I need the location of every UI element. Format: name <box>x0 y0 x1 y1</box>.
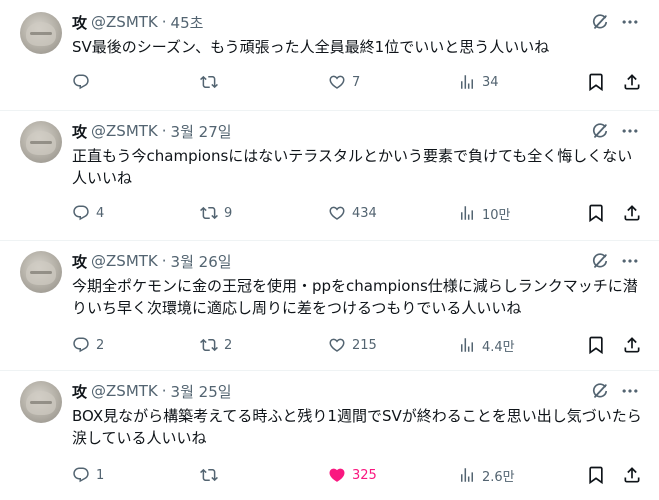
avatar[interactable] <box>20 251 62 293</box>
reply-count: 4 <box>96 205 105 221</box>
separator-dot: · <box>161 252 167 270</box>
views-icon <box>458 466 476 484</box>
separator-dot: · <box>161 13 167 31</box>
reply-icon <box>72 204 90 222</box>
grok-icon[interactable] <box>590 121 610 141</box>
avatar[interactable] <box>20 121 62 163</box>
timestamp[interactable]: 3월 26일 <box>171 251 232 272</box>
display-name[interactable]: 攻 <box>72 121 87 142</box>
grok-icon[interactable] <box>590 251 610 271</box>
like-icon <box>328 204 346 222</box>
separator-dot: · <box>161 382 167 400</box>
retweet-count: 9 <box>224 205 233 221</box>
retweet-icon <box>200 204 218 222</box>
retweet-icon <box>200 73 218 91</box>
retweet-icon <box>200 336 218 354</box>
avatar[interactable] <box>20 381 62 423</box>
grok-icon[interactable] <box>590 381 610 401</box>
tweet-text: SV最後のシーズン、もう頑張った人全員最終1位でいいと思う人いいね <box>72 38 550 56</box>
reply-button[interactable]: 2 <box>72 335 104 355</box>
views-count: 4.4만 <box>482 339 515 355</box>
like-button[interactable]: 215 <box>328 335 377 355</box>
more-icon[interactable] <box>620 12 640 32</box>
like-count: 7 <box>352 74 361 90</box>
tweet-text: 正直もう今championsにはないテラスタルとかいう要素で負けても全く悔しくな… <box>72 147 633 187</box>
grok-icon[interactable] <box>590 12 610 32</box>
retweet-button[interactable] <box>200 72 224 92</box>
more-icon[interactable] <box>620 251 640 271</box>
avatar[interactable] <box>20 12 62 54</box>
like-button[interactable]: 7 <box>328 72 360 92</box>
tweet-header: 攻 @ZSMTK · 3월 25일 <box>72 381 232 401</box>
reply-icon <box>72 336 90 354</box>
separator-dot: · <box>161 122 167 140</box>
display-name[interactable]: 攻 <box>72 251 87 272</box>
views-button[interactable]: 4.4만 <box>458 335 515 355</box>
tweet-header: 攻 @ZSMTK · 3월 26일 <box>72 251 232 271</box>
views-count: 2.6만 <box>482 469 515 485</box>
reply-button[interactable] <box>72 72 96 92</box>
views-icon <box>458 336 476 354</box>
timestamp[interactable]: 3월 25일 <box>171 381 232 402</box>
views-count: 10만 <box>482 207 511 223</box>
like-count: 215 <box>352 337 377 353</box>
tweet-header: 攻 @ZSMTK · 45초 <box>72 12 203 32</box>
bookmark-icon[interactable] <box>586 203 606 223</box>
views-button[interactable]: 10만 <box>458 203 511 223</box>
like-count: 325 <box>352 467 377 483</box>
tweet-header: 攻 @ZSMTK · 3월 27일 <box>72 121 232 141</box>
reply-icon <box>72 73 90 91</box>
like-icon <box>328 73 346 91</box>
display-name[interactable]: 攻 <box>72 381 87 402</box>
like-icon <box>328 466 346 484</box>
share-icon[interactable] <box>622 72 642 92</box>
more-icon[interactable] <box>620 121 640 141</box>
share-icon[interactable] <box>622 465 642 485</box>
like-icon <box>328 336 346 354</box>
reply-count: 2 <box>96 337 105 353</box>
bookmark-icon[interactable] <box>586 335 606 355</box>
like-button[interactable]: 434 <box>328 203 377 223</box>
tweet[interactable]: 攻 @ZSMTK · 3월 27일 正直もう今championsにはないテラスタ… <box>0 111 659 239</box>
timestamp[interactable]: 3월 27일 <box>171 121 232 142</box>
views-button[interactable]: 2.6만 <box>458 465 515 485</box>
reply-count: 1 <box>96 467 105 483</box>
user-handle[interactable]: @ZSMTK <box>91 122 158 140</box>
views-count: 34 <box>482 74 499 90</box>
tweet[interactable]: 攻 @ZSMTK · 3월 26일 今期全ポケモンに金の王冠を使用・ppをcha… <box>0 241 659 369</box>
bookmark-icon[interactable] <box>586 465 606 485</box>
user-handle[interactable]: @ZSMTK <box>91 382 158 400</box>
share-icon[interactable] <box>622 335 642 355</box>
bookmark-icon[interactable] <box>586 72 606 92</box>
more-icon[interactable] <box>620 381 640 401</box>
views-button[interactable]: 34 <box>458 72 499 92</box>
reply-button[interactable]: 4 <box>72 203 104 223</box>
user-handle[interactable]: @ZSMTK <box>91 252 158 270</box>
retweet-button[interactable]: 9 <box>200 203 232 223</box>
tweet-text: 今期全ポケモンに金の王冠を使用・ppをchampions仕様に減らしランクマッチ… <box>72 277 638 317</box>
views-icon <box>458 204 476 222</box>
retweet-count: 2 <box>224 337 233 353</box>
like-button[interactable]: 325 <box>328 465 377 485</box>
tweet[interactable]: 攻 @ZSMTK · 45초 SV最後のシーズン、もう頑張った人全員最終1位でい… <box>0 0 659 112</box>
reply-button[interactable]: 1 <box>72 465 104 485</box>
share-icon[interactable] <box>622 203 642 223</box>
tweet[interactable]: 攻 @ZSMTK · 3월 25일 BOX見ながら構築考えてる時ふと残り1週間で… <box>0 371 659 500</box>
display-name[interactable]: 攻 <box>72 12 87 33</box>
retweet-button[interactable]: 2 <box>200 335 232 355</box>
user-handle[interactable]: @ZSMTK <box>91 13 158 31</box>
views-icon <box>458 73 476 91</box>
like-count: 434 <box>352 205 377 221</box>
timestamp[interactable]: 45초 <box>171 12 204 33</box>
tweet-text: BOX見ながら構築考えてる時ふと残り1週間でSVが終わることを思い出し気づいたら… <box>72 407 642 447</box>
retweet-icon <box>200 466 218 484</box>
reply-icon <box>72 466 90 484</box>
retweet-button[interactable] <box>200 465 224 485</box>
